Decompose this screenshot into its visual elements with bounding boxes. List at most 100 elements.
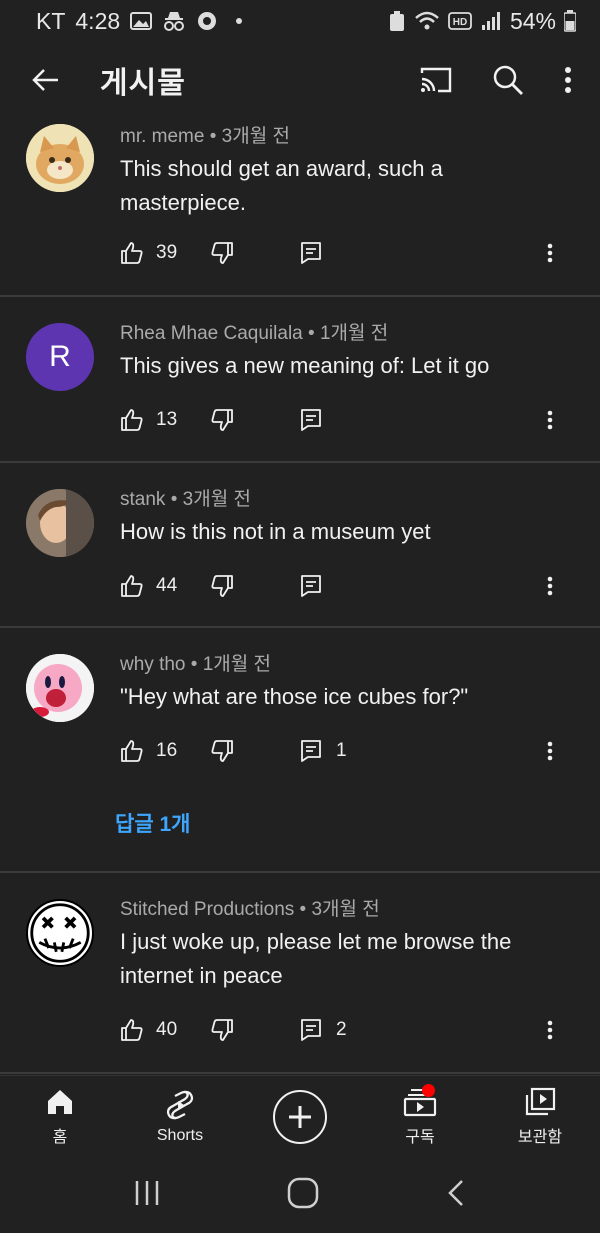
kirby-avatar-icon	[26, 654, 94, 722]
comment-text: I just woke up, please let me browse the…	[120, 929, 512, 988]
reply-icon	[301, 575, 321, 597]
thumb-down-icon	[211, 1019, 233, 1041]
cast-button[interactable]	[414, 58, 458, 102]
dislike-button[interactable]	[210, 241, 300, 265]
cat-avatar-icon	[26, 124, 94, 192]
system-navigation-bar	[0, 1157, 600, 1233]
more-options-button[interactable]	[558, 58, 578, 102]
home-system-button[interactable]	[286, 1176, 320, 1215]
nav-create[interactable]	[240, 1076, 360, 1157]
back-arrow-icon	[32, 69, 58, 91]
comment-text: This should get an award, such a masterp…	[120, 156, 443, 215]
reply-button[interactable]	[300, 408, 380, 432]
reply-icon	[301, 740, 321, 762]
comment-more-button[interactable]	[540, 569, 560, 603]
dislike-button[interactable]	[210, 574, 300, 598]
library-icon	[525, 1087, 556, 1115]
thumb-down-icon	[211, 575, 233, 597]
notification-dot-icon	[236, 18, 243, 24]
dislike-button[interactable]	[210, 408, 300, 432]
reply-icon	[301, 1019, 321, 1041]
chrome-icon	[196, 10, 218, 32]
app-bar: 게시물	[0, 42, 600, 118]
bottom-navigation: 홈 Shorts 구독 보관함	[0, 1075, 600, 1157]
comment-time: 1개월 전	[319, 323, 389, 344]
wifi-icon	[414, 10, 440, 32]
like-button[interactable]: 16	[120, 739, 210, 763]
thumb-down-icon	[211, 242, 233, 264]
stitched-face-avatar-icon	[28, 901, 92, 965]
comment-item: why tho • 1개월 전 "Hey what are those ice …	[0, 628, 600, 873]
nav-shorts-label: Shorts	[156, 1126, 204, 1144]
notification-badge	[422, 1084, 435, 1097]
avatar[interactable]	[26, 489, 94, 557]
comment-item: R Rhea Mhae Caquilala • 1개월 전 This gives…	[0, 297, 600, 463]
comment-more-button[interactable]	[540, 734, 560, 768]
like-count: 39	[156, 242, 178, 263]
thumb-down-icon	[211, 409, 233, 431]
like-button[interactable]: 39	[120, 241, 210, 265]
hd-icon: HD	[448, 12, 472, 30]
page-title: 게시물	[100, 67, 186, 100]
like-count: 44	[156, 575, 178, 596]
like-button[interactable]: 13	[120, 408, 210, 432]
create-button[interactable]	[273, 1089, 327, 1144]
person-avatar-icon	[26, 489, 94, 557]
comment-more-button[interactable]	[540, 1013, 560, 1047]
create-icon	[289, 1105, 311, 1128]
comment-item: mr. meme • 3개월 전 This should get an awar…	[0, 118, 600, 297]
comment-author[interactable]: Stitched Productions	[120, 899, 294, 920]
reply-button[interactable]: 2	[300, 1018, 380, 1042]
like-count: 13	[156, 409, 178, 430]
avatar[interactable]	[26, 124, 94, 192]
thumb-up-icon	[121, 575, 143, 597]
reply-button[interactable]	[300, 241, 380, 265]
back-system-button[interactable]	[444, 1178, 468, 1213]
chevron-left-icon	[448, 1179, 463, 1206]
like-button[interactable]: 40	[120, 1018, 210, 1042]
avatar[interactable]	[26, 654, 94, 722]
comment-author[interactable]: stank	[120, 489, 165, 510]
shorts-icon	[166, 1090, 194, 1119]
comment-list: mr. meme • 3개월 전 This should get an awar…	[0, 118, 600, 1074]
more-vert-icon	[547, 410, 553, 430]
recent-apps-button[interactable]	[132, 1178, 162, 1213]
dislike-button[interactable]	[210, 1018, 300, 1042]
reply-button[interactable]	[300, 574, 380, 598]
nav-home[interactable]: 홈	[0, 1076, 120, 1157]
more-vert-icon	[547, 243, 553, 263]
nav-shorts[interactable]: Shorts	[120, 1076, 240, 1157]
nav-library[interactable]: 보관함	[480, 1076, 600, 1157]
battery-icon	[564, 10, 576, 32]
search-button[interactable]	[486, 58, 530, 102]
status-bar: KT 4:28 HD 54%	[0, 0, 600, 42]
view-replies-link[interactable]: 답글 1개	[115, 808, 190, 838]
comment-author[interactable]: mr. meme	[120, 126, 204, 147]
home-circle-icon	[287, 1177, 319, 1208]
nav-subscriptions[interactable]: 구독	[360, 1076, 480, 1157]
like-button[interactable]: 44	[120, 574, 210, 598]
avatar[interactable]	[26, 899, 94, 967]
comment-time: 3개월 전	[311, 899, 380, 920]
reply-button[interactable]: 1	[300, 739, 380, 763]
comment-more-button[interactable]	[540, 403, 560, 437]
recent-apps-icon	[135, 1180, 159, 1205]
dislike-button[interactable]	[210, 739, 300, 763]
avatar[interactable]: R	[26, 323, 94, 391]
comment-author[interactable]: why tho	[120, 654, 185, 675]
reply-icon	[301, 409, 321, 431]
comment-time: 1개월 전	[202, 654, 271, 675]
cast-icon	[420, 67, 452, 93]
carrier-label: KT	[36, 7, 66, 34]
signal-icon	[480, 11, 502, 31]
comment-author[interactable]: Rhea Mhae Caquilala	[120, 323, 303, 344]
thumb-down-icon	[211, 740, 233, 762]
more-vert-icon	[547, 741, 553, 761]
comment-time: 3개월 전	[221, 126, 290, 147]
back-button[interactable]	[22, 56, 70, 104]
search-icon	[493, 65, 523, 95]
more-vert-icon	[547, 576, 553, 596]
thumb-up-icon	[121, 740, 143, 762]
comment-more-button[interactable]	[540, 236, 560, 270]
comment-text: This gives a new meaning of: Let it go	[120, 353, 490, 378]
